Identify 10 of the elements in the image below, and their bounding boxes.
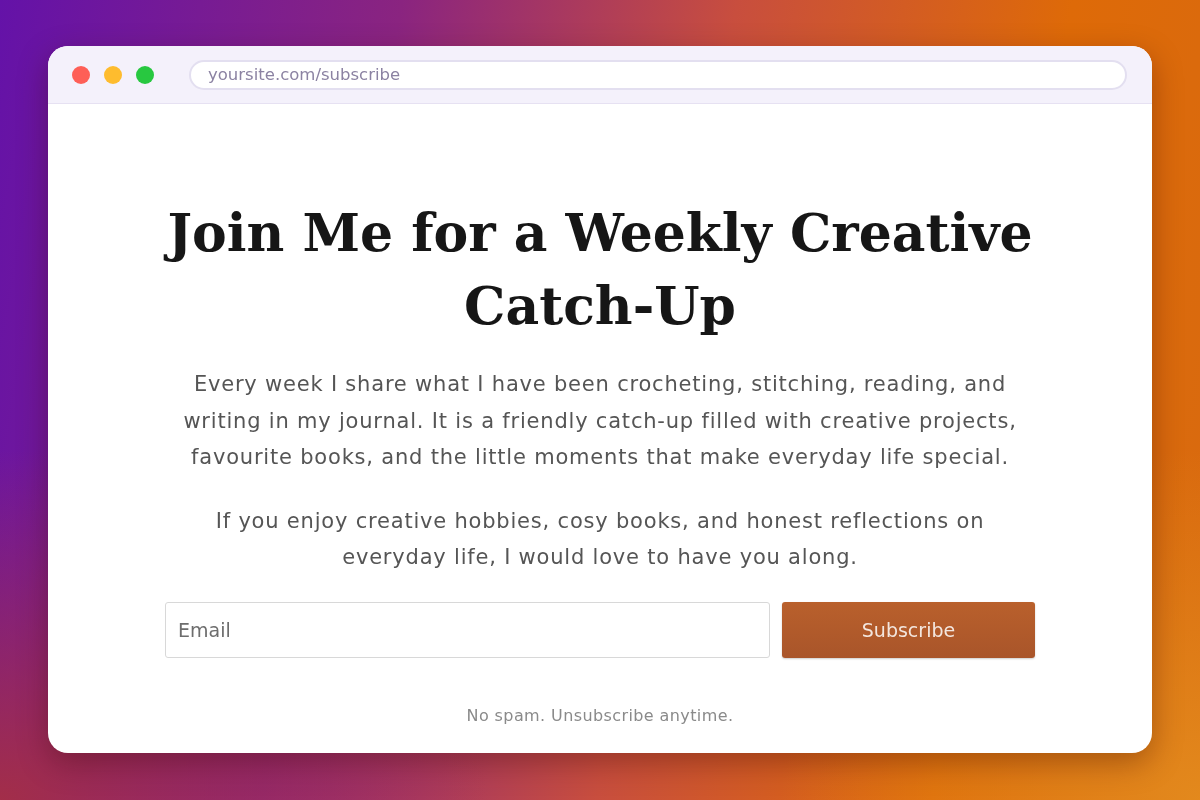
minimize-icon[interactable] <box>104 65 122 84</box>
intro-paragraph: Every week I share what I have been crocheting, stitching, reading, and writing in my journal. It is a friendly catch-up filled with creative projects, favourite books, and the little moments that make everyday life special. <box>182 371 1018 471</box>
close-icon[interactable] <box>72 65 90 84</box>
address-field[interactable]: yoursite.com/subscribe <box>189 59 1127 90</box>
email-field[interactable]: Email <box>165 601 770 658</box>
intro-paragraph: If you enjoy creative hobbies, cosy books, and honest reflections on everyday life, I would love to have you along. <box>214 507 986 571</box>
maximize-icon[interactable] <box>136 65 154 84</box>
subscribe-button[interactable]: Subscribe <box>782 601 1035 658</box>
no-spam-note: No spam. Unsubscribe anytime. <box>466 705 734 725</box>
page-heading: Join Me for a Weekly Creative Catch-Up <box>140 196 1060 342</box>
